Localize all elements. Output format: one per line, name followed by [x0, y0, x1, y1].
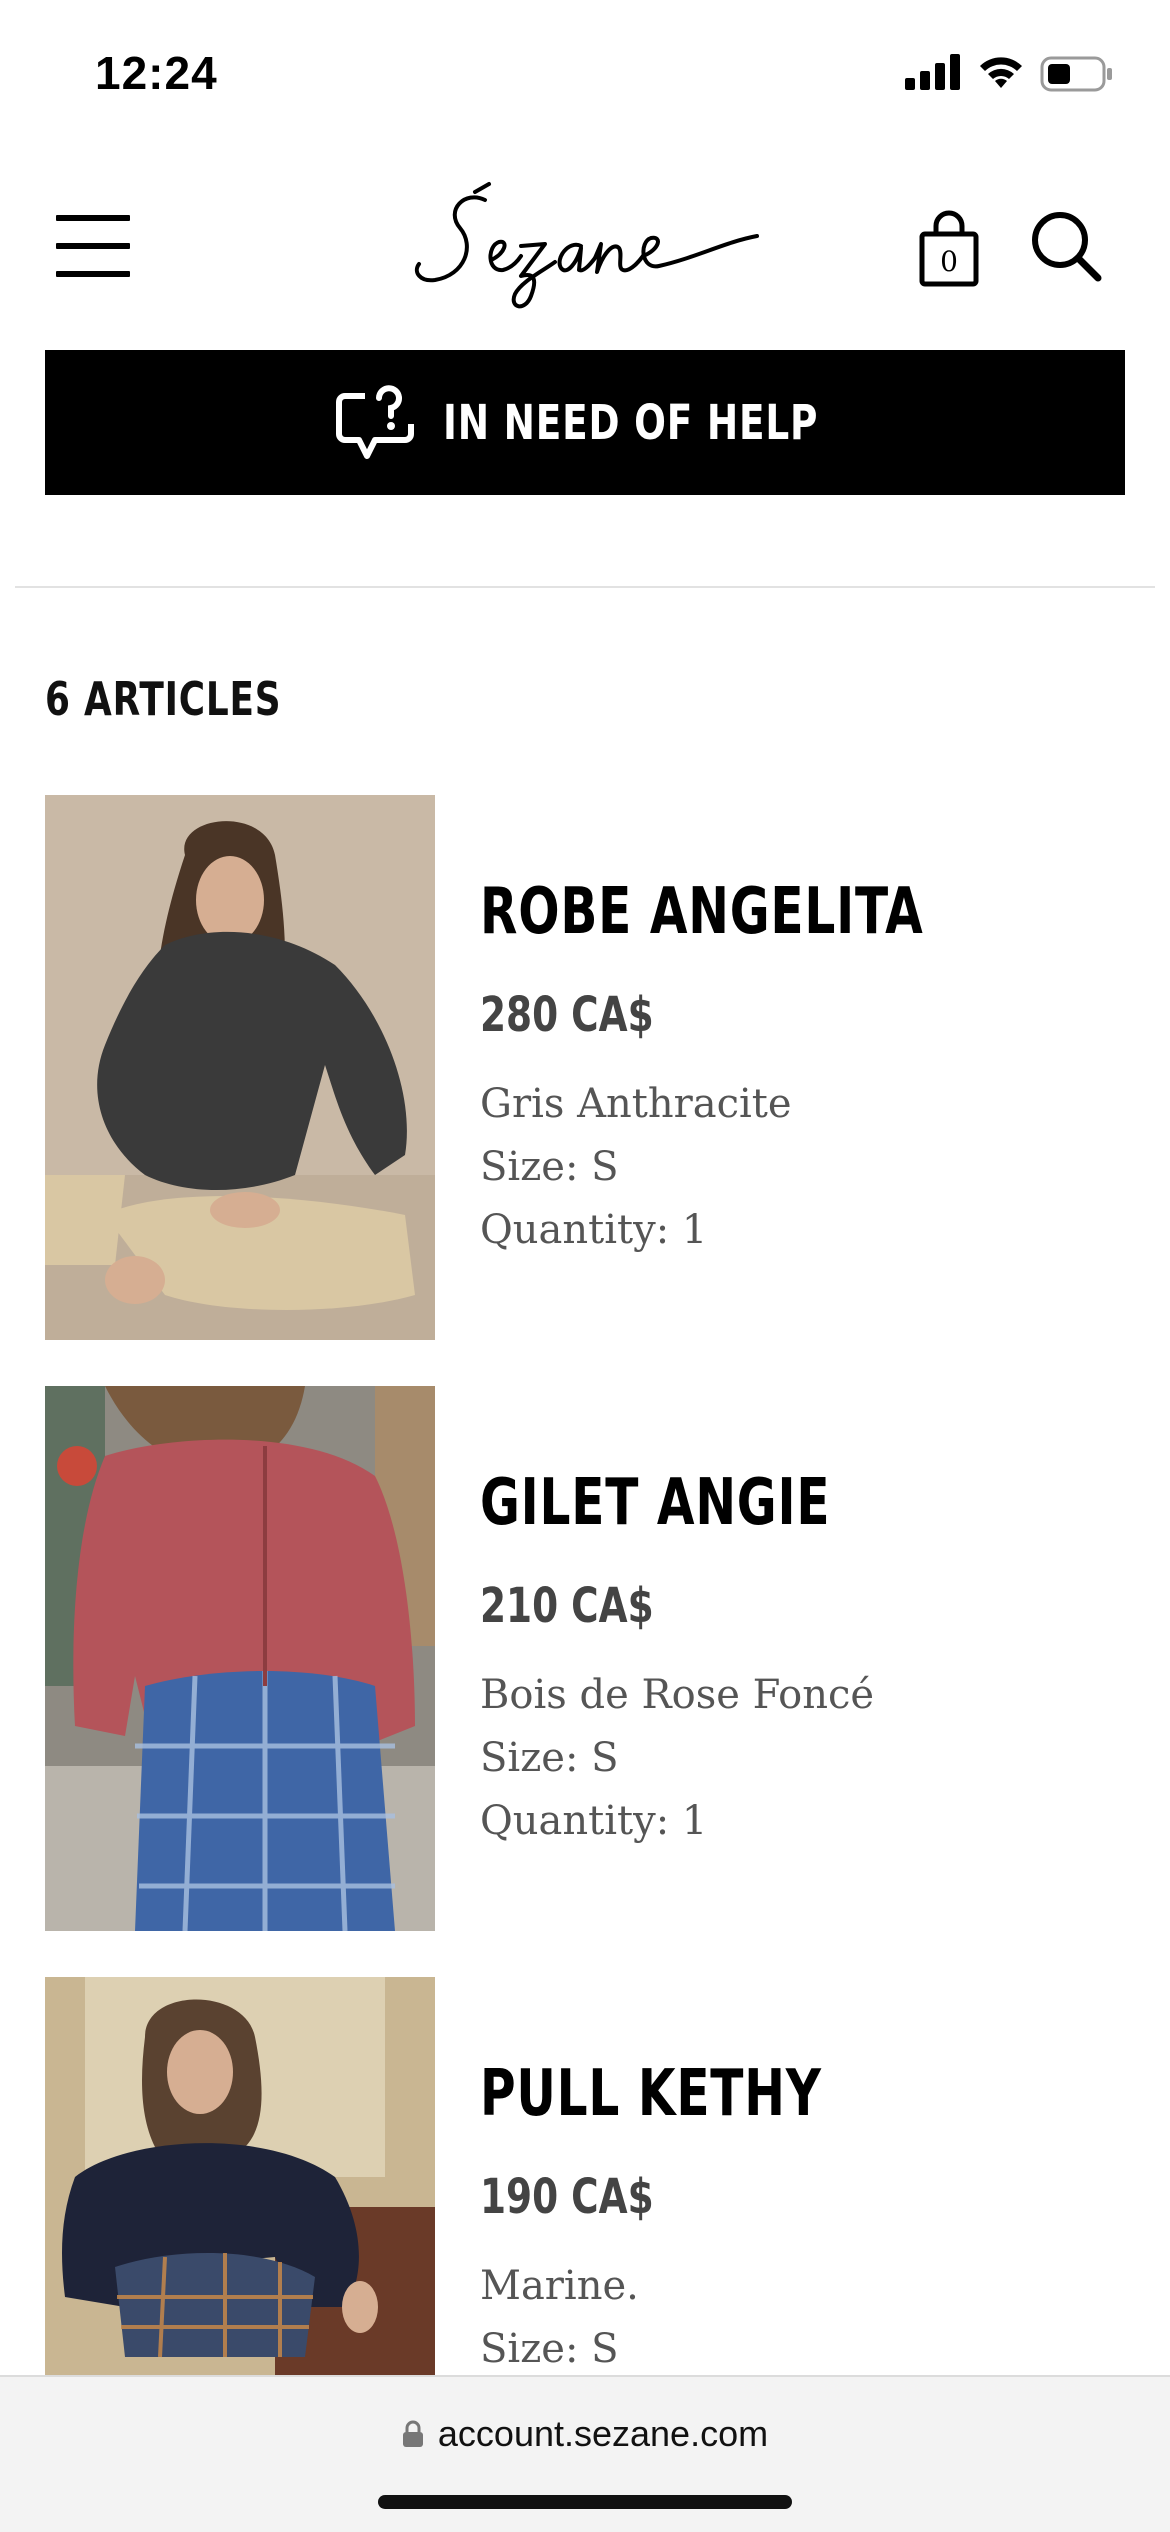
product-info: ROBE ANGELITA 280 CA$ Gris Anthracite Si… [480, 875, 1120, 1262]
product-price: 280 CA$ [480, 987, 654, 1043]
product-name[interactable]: GILET ANGIE [480, 1466, 966, 1540]
wifi-icon [980, 57, 1022, 88]
product-price: 210 CA$ [480, 1578, 654, 1634]
sezane-logo[interactable] [405, 180, 765, 320]
product-name[interactable]: PULL KETHY [480, 2057, 966, 2131]
signal-icon [905, 54, 960, 90]
lock-icon [402, 2420, 423, 2447]
chat-question-icon [336, 384, 415, 459]
help-label: IN NEED OF HELP [443, 394, 819, 451]
product-size: Size: S [480, 2326, 619, 2372]
product-info: PULL KETHY 190 CA$ Marine. Size: S [480, 2057, 1120, 2381]
product-name[interactable]: ROBE ANGELITA [480, 875, 966, 949]
browser-url-bar[interactable]: account.sezane.com [0, 2375, 1170, 2532]
hamburger-menu-icon[interactable] [56, 215, 134, 277]
status-bar: 12:24 [0, 0, 1170, 150]
articles-count: 6 ARTICLES [45, 672, 282, 726]
url-text[interactable]: account.sezane.com [438, 2413, 768, 2455]
product-image[interactable] [45, 795, 435, 1340]
product-quantity: Quantity: 1 [480, 1798, 708, 1844]
list-item[interactable]: ROBE ANGELITA 280 CA$ Gris Anthracite Si… [45, 795, 1125, 1340]
product-price: 190 CA$ [480, 2169, 654, 2225]
battery-icon [1040, 56, 1112, 92]
product-image[interactable] [45, 1386, 435, 1931]
divider [15, 586, 1155, 588]
product-info: GILET ANGIE 210 CA$ Bois de Rose Foncé S… [480, 1466, 1120, 1853]
product-color: Gris Anthracite [480, 1081, 792, 1127]
help-button[interactable]: IN NEED OF HELP [45, 350, 1125, 495]
product-color: Bois de Rose Foncé [480, 1672, 875, 1718]
home-indicator[interactable] [378, 2495, 792, 2509]
product-size: Size: S [480, 1144, 619, 1190]
list-item[interactable]: GILET ANGIE 210 CA$ Bois de Rose Foncé S… [45, 1386, 1125, 1931]
product-color: Marine. [480, 2263, 639, 2309]
product-size: Size: S [480, 1735, 619, 1781]
product-quantity: Quantity: 1 [480, 1207, 708, 1253]
search-icon[interactable] [1030, 210, 1102, 282]
bag-count: 0 [940, 245, 958, 278]
status-time: 12:24 [95, 47, 218, 99]
site-header: 0 [0, 170, 1170, 320]
